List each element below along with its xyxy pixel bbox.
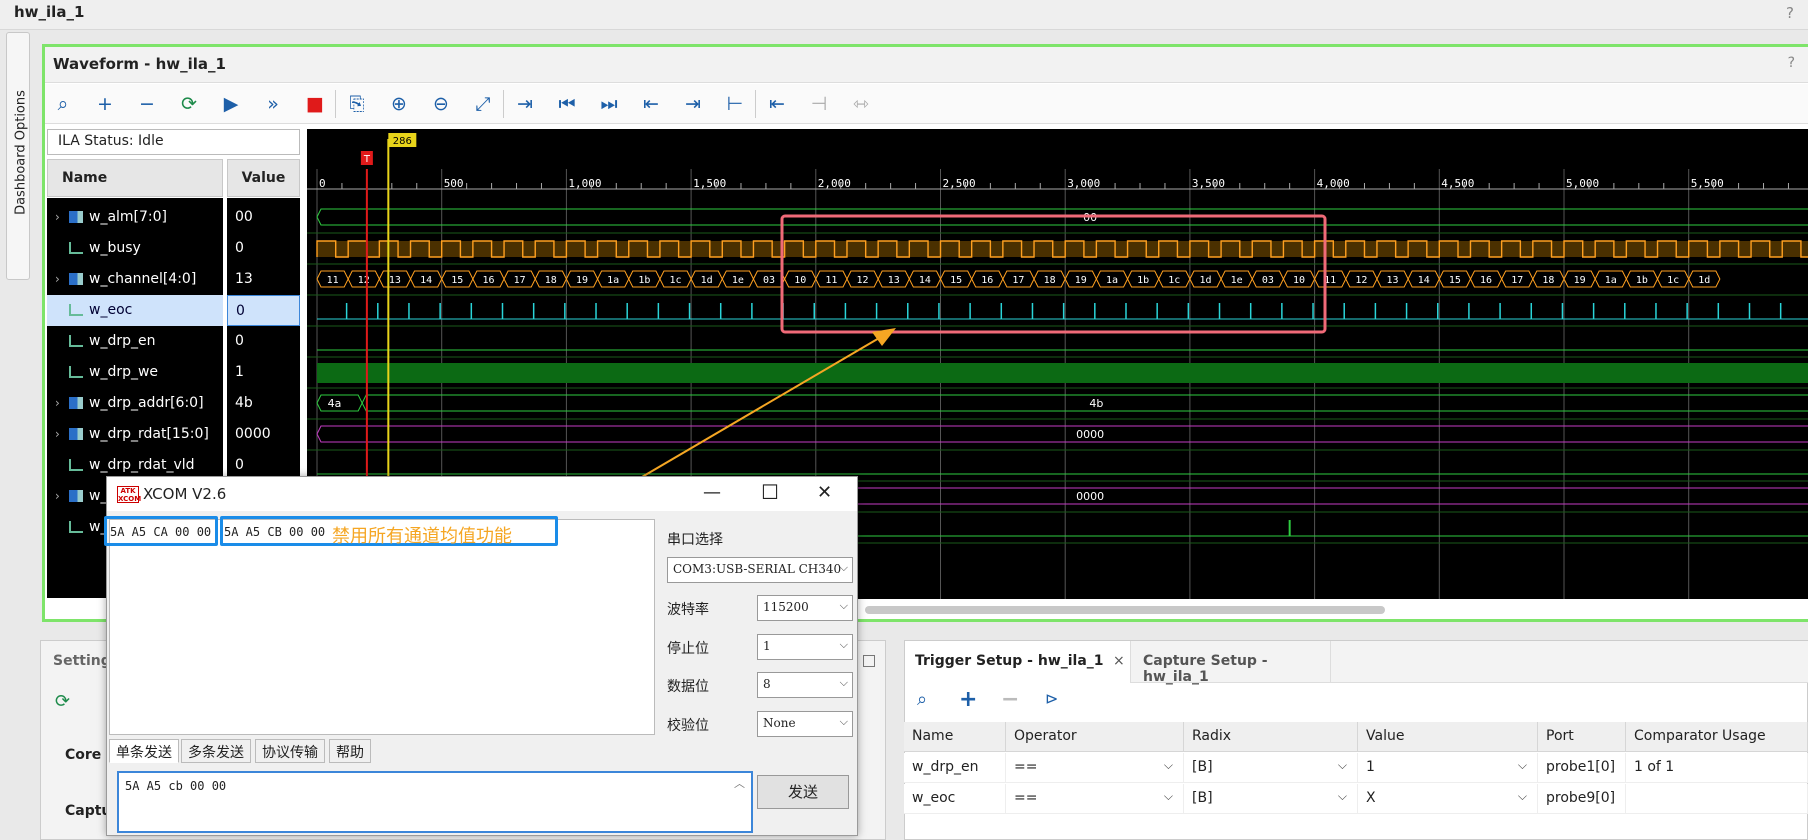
trigger-cell-operator[interactable]: == ⌵ <box>1006 753 1184 783</box>
xcom-logo: ATK XCOM <box>117 486 142 503</box>
chevron-down-icon[interactable]: ⌵ <box>1338 789 1347 804</box>
close-tab-icon[interactable]: × <box>1113 653 1125 669</box>
send-button[interactable]: 发送 <box>757 775 849 809</box>
trigger-add-icon[interactable]: + <box>959 687 977 712</box>
highlight-box <box>780 214 1327 334</box>
receive-data-2: 5A A5 CB 00 00 <box>224 525 326 539</box>
send-text: 5A A5 cb 00 00 <box>125 779 227 793</box>
trigger-cell-operator[interactable]: == ⌵ <box>1006 784 1184 814</box>
baud-select[interactable]: 115200 ⌵ <box>757 595 853 621</box>
trigger-tab-bar: Trigger Setup - hw_ila_1 × Capture Setup… <box>905 641 1808 685</box>
chevron-down-icon[interactable]: ⌵ <box>1164 758 1173 773</box>
trigger-cell-name: w_eoc <box>904 784 1006 814</box>
tab-protocol[interactable]: 协议传输 <box>255 739 325 763</box>
receive-data-1: 5A A5 CA 00 00 <box>110 525 212 539</box>
baud-label: 波特率 <box>667 602 709 618</box>
trigger-remove-icon[interactable]: − <box>1001 687 1019 712</box>
data-bits-select[interactable]: 8 ⌵ <box>757 672 853 698</box>
trigger-column-header[interactable]: Radix <box>1184 722 1358 752</box>
trigger-cell-port: probe9[0] <box>1538 784 1626 814</box>
chevron-down-icon: ⌵ <box>839 561 848 574</box>
parity-value: None <box>763 716 796 730</box>
trigger-column-header[interactable]: Port <box>1538 722 1626 752</box>
trigger-cell-text: 1 of 1 <box>1634 759 1675 775</box>
maximize-icon[interactable] <box>863 655 875 667</box>
trigger-cell-text: [B] <box>1192 790 1213 806</box>
chevron-down-icon: ⌵ <box>839 599 848 612</box>
tab-single-send[interactable]: 单条发送 <box>109 739 179 763</box>
parity-label: 校验位 <box>667 718 709 734</box>
trigger-cell-text: [B] <box>1192 759 1213 775</box>
trigger-cell-radix[interactable]: [B] ⌵ <box>1184 784 1358 814</box>
trigger-search-icon[interactable]: ⌕ <box>917 689 927 710</box>
trigger-condition-icon[interactable]: ⊳ <box>1045 689 1058 708</box>
tab-capture-setup-label: Capture Setup - hw_ila_1 <box>1143 653 1268 685</box>
tab-help[interactable]: 帮助 <box>329 739 371 763</box>
trigger-cell-text: == <box>1014 759 1038 775</box>
trigger-cell-value[interactable]: X ⌵ <box>1358 784 1538 814</box>
trigger-column-header[interactable]: Value <box>1358 722 1538 752</box>
annotation-text: 禁用所有通道均值功能 <box>332 526 512 547</box>
trigger-column-header[interactable]: Operator <box>1006 722 1184 752</box>
chevron-down-icon[interactable]: ⌵ <box>1338 758 1347 773</box>
chevron-down-icon: ⌵ <box>839 676 848 689</box>
stop-bits-label: 停止位 <box>667 641 709 657</box>
trigger-cell-text: w_eoc <box>912 790 956 806</box>
data-bits-value: 8 <box>763 677 771 691</box>
tab-multi-send[interactable]: 多条发送 <box>181 739 251 763</box>
stop-bits-select[interactable]: 1 ⌵ <box>757 634 853 660</box>
trigger-cell-text: probe9[0] <box>1546 790 1616 806</box>
maximize-window-icon[interactable]: ☐ <box>761 480 779 504</box>
trigger-cell-usage: 1 of 1 <box>1626 753 1808 783</box>
receive-area[interactable]: 5A A5 CA 00 00 5A A5 CB 00 00 禁用所有通道均值功能 <box>104 516 655 735</box>
xcom-window: ATK XCOM XCOM V2.6 — ☐ ✕ 5A A5 CA 00 00 … <box>104 476 858 836</box>
trigger-cell-text: == <box>1014 790 1038 806</box>
trigger-cell-text: w_drp_en <box>912 759 979 775</box>
trigger-column-header[interactable]: Comparator Usage <box>1626 722 1808 752</box>
trigger-cell-name: w_drp_en <box>904 753 1006 783</box>
xcom-title: XCOM V2.6 <box>143 485 227 503</box>
xcom-title-bar: ATK XCOM XCOM V2.6 — ☐ ✕ <box>107 477 857 511</box>
close-icon[interactable]: ✕ <box>817 482 832 503</box>
trigger-column-header[interactable]: Name <box>904 722 1006 752</box>
trigger-cell-text: probe1[0] <box>1546 759 1616 775</box>
port-value: COM3:USB-SERIAL CH340 <box>673 562 842 576</box>
data-bits-label: 数据位 <box>667 679 709 695</box>
stop-bits-value: 1 <box>763 639 771 653</box>
port-label: 串口选择 <box>667 532 723 548</box>
send-input[interactable]: 5A A5 cb 00 00 ︿ <box>117 771 753 833</box>
chevron-down-icon: ⌵ <box>839 715 848 728</box>
settings-refresh-icon[interactable]: ⟳ <box>55 691 70 712</box>
trigger-cell-port: probe1[0] <box>1538 753 1626 783</box>
port-select[interactable]: COM3:USB-SERIAL CH340 ⌵ <box>667 557 853 583</box>
chevron-down-icon: ⌵ <box>839 638 848 651</box>
trigger-cell-text: 1 <box>1366 759 1375 775</box>
scroll-up-icon[interactable]: ︿ <box>734 775 745 791</box>
minimize-icon[interactable]: — <box>703 482 721 503</box>
parity-select[interactable]: None ⌵ <box>757 711 853 737</box>
tab-trigger-setup-label: Trigger Setup - hw_ila_1 <box>915 653 1104 669</box>
tab-capture-setup[interactable]: Capture Setup - hw_ila_1 <box>1131 641 1331 685</box>
trigger-cell-text: X <box>1366 790 1376 806</box>
chevron-down-icon[interactable]: ⌵ <box>1518 789 1527 804</box>
tab-trigger-setup[interactable]: Trigger Setup - hw_ila_1 × <box>905 641 1131 683</box>
chevron-down-icon[interactable]: ⌵ <box>1518 758 1527 773</box>
chevron-down-icon[interactable]: ⌵ <box>1164 789 1173 804</box>
trigger-cell-value[interactable]: 1 ⌵ <box>1358 753 1538 783</box>
trigger-cell-usage <box>1626 784 1808 814</box>
baud-value: 115200 <box>763 600 809 614</box>
capture-label: Captu <box>65 803 112 819</box>
trigger-cell-radix[interactable]: [B] ⌵ <box>1184 753 1358 783</box>
